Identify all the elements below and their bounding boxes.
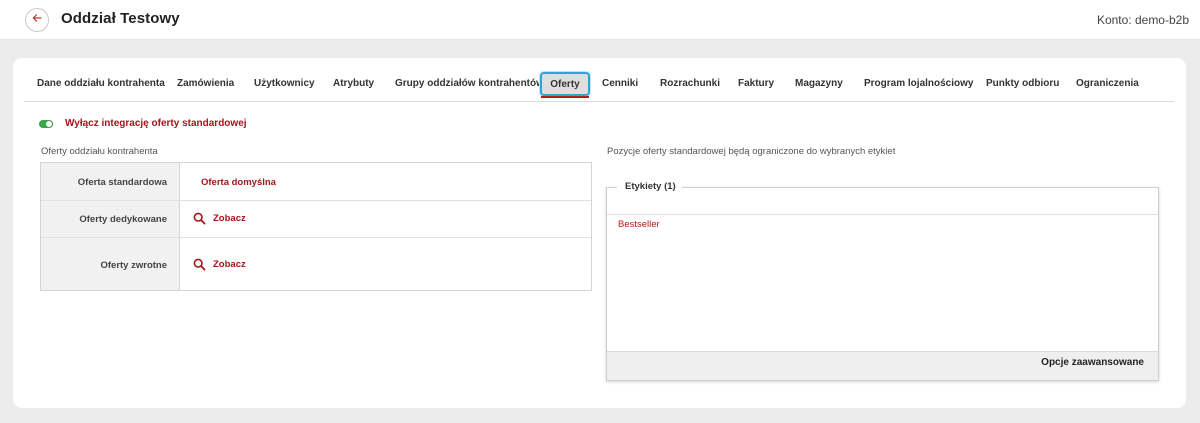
arrow-left-icon bbox=[31, 11, 43, 29]
offers-section-title: Oferty oddziału kontrahenta bbox=[41, 146, 158, 157]
tab-atrybuty[interactable]: Atrybuty bbox=[333, 78, 374, 89]
top-bar: Oddział Testowy Konto: demo-b2b bbox=[0, 0, 1200, 40]
account-label: Konto: demo-b2b bbox=[1096, 13, 1189, 27]
row-label-standard-offer: Oferta standardowa bbox=[77, 177, 167, 188]
tab-uzytkownicy[interactable]: Użytkownicy bbox=[254, 78, 315, 89]
tab-cenniki[interactable]: Cenniki bbox=[602, 78, 638, 89]
tab-rozrachunki[interactable]: Rozrachunki bbox=[660, 78, 720, 89]
tab-program-lojalnosciowy[interactable]: Program lojalnościowy bbox=[864, 78, 973, 89]
tags-panel: Etykiety (1) Bestseller Opcje zaawansowa… bbox=[606, 181, 1159, 381]
integration-toggle-row: Wyłącz integrację oferty standardowej bbox=[39, 118, 247, 129]
integration-toggle-label[interactable]: Wyłącz integrację oferty standardowej bbox=[65, 118, 247, 129]
standard-offer-link[interactable]: Oferta domyślna bbox=[201, 177, 276, 188]
standard-offer-value: Oferta domyślna bbox=[201, 177, 276, 188]
tab-zamowienia[interactable]: Zamówienia bbox=[177, 78, 234, 89]
return-offers-view-label: Zobacz bbox=[213, 259, 246, 270]
tags-note: Pozycje oferty standardowej będą ogranic… bbox=[607, 146, 896, 157]
tab-dane-oddzialu[interactable]: Dane oddziału kontrahenta bbox=[37, 78, 165, 89]
advanced-options-button[interactable]: Opcje zaawansowane bbox=[1041, 357, 1144, 368]
tags-legend: Etykiety (1) bbox=[617, 181, 682, 192]
search-icon bbox=[193, 258, 206, 271]
row-divider bbox=[41, 200, 591, 201]
tab-oferty[interactable]: Oferty bbox=[540, 72, 590, 96]
row-label-dedicated-offers: Oferty dedykowane bbox=[79, 214, 167, 225]
tag-item[interactable]: Bestseller bbox=[618, 219, 660, 230]
tab-ograniczenia[interactable]: Ograniczenia bbox=[1076, 78, 1139, 89]
offers-table: Oferta standardowa Oferta domyślna Ofert… bbox=[40, 162, 592, 291]
row-label-return-offers: Oferty zwrotne bbox=[100, 260, 167, 271]
tab-magazyny[interactable]: Magazyny bbox=[795, 78, 843, 89]
back-button[interactable] bbox=[25, 8, 49, 32]
tags-header-divider bbox=[607, 214, 1158, 215]
page-title: Oddział Testowy bbox=[61, 10, 180, 27]
row-divider bbox=[41, 237, 591, 238]
dedicated-offers-view-link[interactable]: Zobacz bbox=[193, 212, 246, 225]
search-icon bbox=[193, 212, 206, 225]
tags-footer: Opcje zaawansowane bbox=[607, 351, 1158, 380]
return-offers-view-link[interactable]: Zobacz bbox=[193, 258, 246, 271]
active-tab-indicator bbox=[541, 96, 589, 98]
tab-punkty-odbioru[interactable]: Punkty odbioru bbox=[986, 78, 1059, 89]
integration-toggle[interactable] bbox=[39, 119, 53, 128]
tab-grupy-oddzialow[interactable]: Grupy oddziałów kontrahentów bbox=[395, 78, 544, 89]
tab-faktury[interactable]: Faktury bbox=[738, 78, 774, 89]
dedicated-offers-view-label: Zobacz bbox=[213, 213, 246, 224]
